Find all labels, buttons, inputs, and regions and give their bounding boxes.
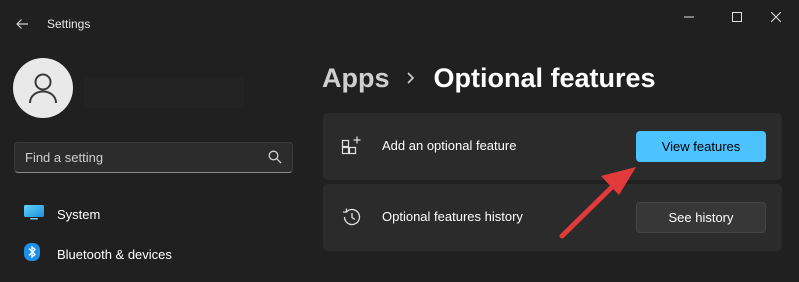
add-optional-feature-card: Add an optional feature View features <box>323 113 782 180</box>
see-history-button[interactable]: See history <box>636 202 766 233</box>
view-features-button[interactable]: View features <box>636 131 766 162</box>
optional-features-history-card: Optional features history See history <box>323 184 782 251</box>
card-label: Optional features history <box>382 209 523 224</box>
chevron-right-icon <box>406 71 420 85</box>
maximize-icon <box>732 12 742 22</box>
card-label: Add an optional feature <box>382 138 517 153</box>
search-icon[interactable] <box>268 150 282 164</box>
breadcrumb: Apps Optional features <box>322 58 656 98</box>
back-button[interactable] <box>8 10 36 38</box>
profile-info-redacted <box>84 78 244 108</box>
minimize-icon <box>684 16 694 18</box>
sidebar-item-label: System <box>57 206 101 222</box>
search-input[interactable] <box>15 143 260 172</box>
add-feature-icon <box>341 136 361 155</box>
user-icon <box>29 73 57 104</box>
close-icon <box>771 12 781 22</box>
history-icon <box>343 208 361 226</box>
sidebar-item-label: Bluetooth & devices <box>57 246 172 262</box>
sidebar-item-system[interactable]: System <box>6 196 296 232</box>
page-title: Optional features <box>433 62 656 93</box>
sidebar-item-bluetooth[interactable]: Bluetooth & devices <box>6 236 296 272</box>
avatar[interactable] <box>13 58 73 118</box>
search-box <box>14 142 293 173</box>
close-button[interactable] <box>753 2 799 32</box>
bluetooth-icon <box>24 242 40 266</box>
breadcrumb-parent[interactable]: Apps <box>322 63 390 94</box>
back-arrow-icon <box>16 19 28 29</box>
title-bar: Settings <box>0 0 799 48</box>
app-title: Settings <box>47 17 91 31</box>
monitor-icon <box>24 204 44 225</box>
minimize-button[interactable] <box>666 2 712 32</box>
